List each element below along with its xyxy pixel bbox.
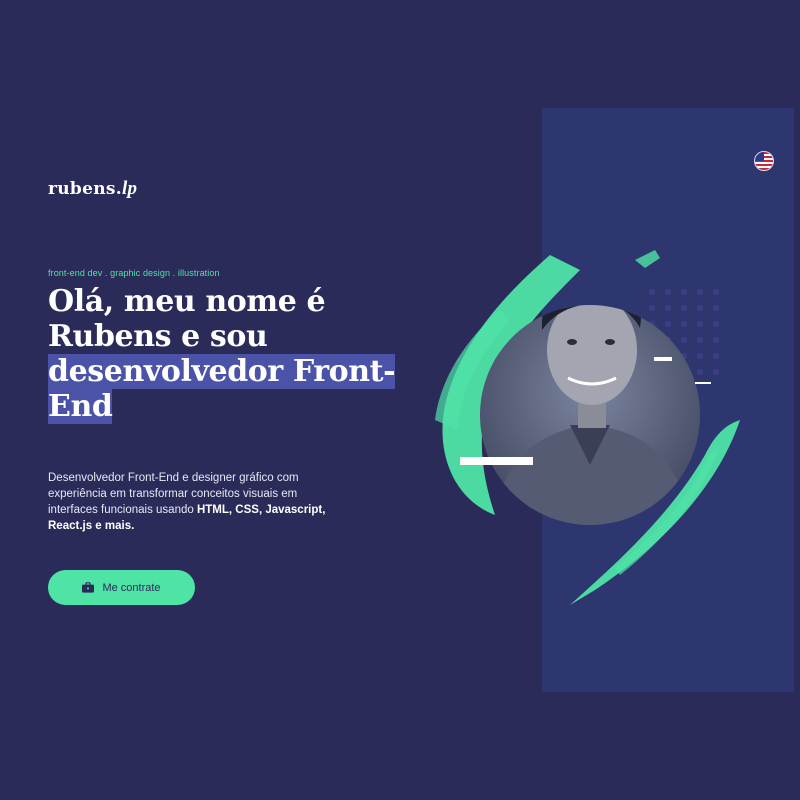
logo-accent: lp	[121, 178, 138, 199]
hire-me-label: Me contrate	[102, 581, 161, 594]
accent-bar	[654, 357, 672, 361]
headline-text: Olá, meu nome é Rubens e sou	[48, 284, 326, 354]
hero-illustration	[435, 250, 740, 605]
logo[interactable]: rubens.lp	[48, 178, 137, 200]
intro-description: Desenvolvedor Front-End e designer gráfi…	[48, 470, 348, 534]
page-title: Olá, meu nome é Rubens e sou desenvolved…	[48, 284, 408, 424]
accent-bar	[460, 457, 533, 465]
tagline: front-end dev . graphic design . illustr…	[48, 268, 220, 278]
us-flag-icon[interactable]	[754, 151, 774, 171]
headline-highlight: desenvolvedor Front-End	[48, 354, 396, 424]
hire-me-button[interactable]: Me contrate	[48, 570, 195, 605]
accent-bar	[695, 382, 711, 384]
briefcase-icon	[82, 582, 95, 593]
logo-name: rubens.	[48, 179, 122, 199]
